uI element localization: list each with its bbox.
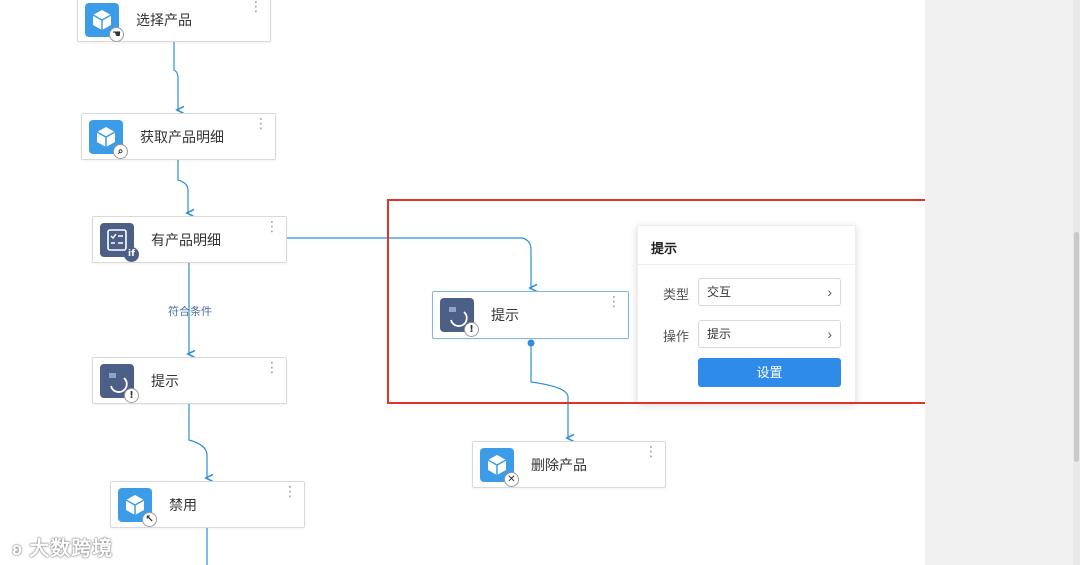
node-label: 提示 [151, 373, 179, 389]
cube-disable-icon: ↖ [118, 488, 157, 527]
more-icon[interactable]: ⋮ [265, 219, 279, 233]
highlight-box [387, 199, 925, 404]
cube-search-icon: ⌕ [89, 120, 128, 159]
cube-delete-icon: ✕ [480, 448, 519, 487]
if-condition-icon: if [100, 223, 139, 262]
connector-2 [177, 160, 188, 213]
loop-alert-icon: ! [100, 364, 139, 403]
more-icon[interactable]: ⋮ [254, 116, 268, 130]
watermark: ʚ 大数跨境 [12, 532, 113, 561]
watermark-logo-icon: ʚ [12, 539, 24, 559]
flow-node-get-product-detail[interactable]: ⌕ 获取产品明细 ⋮ [81, 113, 276, 160]
connector-1 [173, 42, 178, 110]
connector-4 [188, 404, 207, 478]
flow-canvas[interactable]: ☚ 选择产品 ⋮ ⌕ 获取产品明细 ⋮ if 有产品明细 ⋮ 符合条件 ! 提示… [0, 0, 925, 565]
node-label: 选择产品 [136, 12, 192, 28]
node-label: 删除产品 [531, 457, 587, 473]
scrollbar-thumb[interactable] [1074, 232, 1079, 462]
flow-node-alert[interactable]: ! 提示 ⋮ [92, 357, 287, 404]
node-label: 获取产品明细 [140, 129, 224, 145]
more-icon[interactable]: ⋮ [283, 484, 297, 498]
more-icon[interactable]: ⋮ [249, 0, 263, 13]
flow-node-select-product[interactable]: ☚ 选择产品 ⋮ [77, 0, 271, 42]
condition-label: 符合条件 [168, 306, 212, 318]
vertical-scrollbar[interactable] [1073, 0, 1080, 565]
node-label: 禁用 [169, 497, 197, 513]
flow-node-disable[interactable]: ↖ 禁用 ⋮ [110, 481, 305, 528]
cube-pointer-icon: ☚ [85, 3, 124, 42]
flow-node-has-product-detail[interactable]: if 有产品明细 ⋮ [92, 216, 287, 263]
right-side-panel [925, 0, 1073, 565]
watermark-text: 大数跨境 [29, 538, 114, 560]
more-icon[interactable]: ⋮ [265, 360, 279, 374]
more-icon[interactable]: ⋮ [644, 444, 658, 458]
flow-node-delete-product[interactable]: ✕ 删除产品 ⋮ [472, 441, 666, 488]
node-label: 有产品明细 [151, 232, 221, 248]
